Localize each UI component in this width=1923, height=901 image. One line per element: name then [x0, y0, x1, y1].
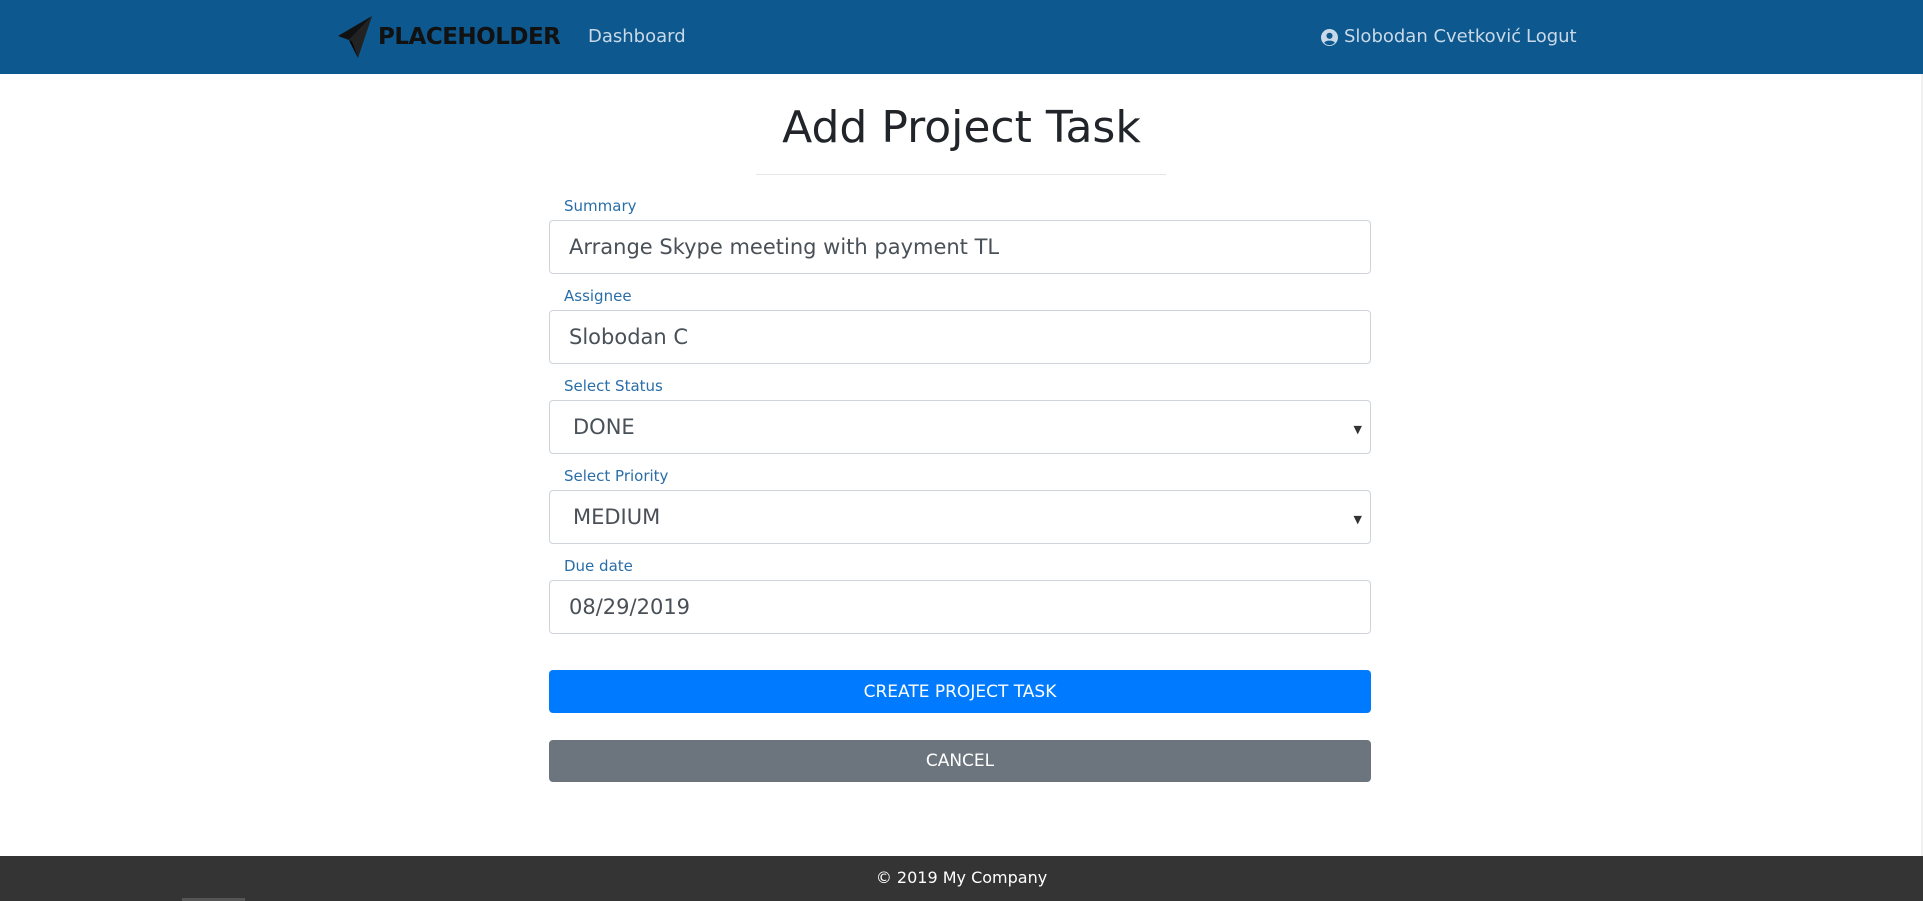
priority-value: MEDIUM — [573, 505, 661, 529]
logout-link[interactable]: Logut — [1526, 24, 1577, 50]
assignee-input[interactable]: Slobodan C — [549, 310, 1371, 364]
status-value: DONE — [573, 415, 635, 439]
page-title: Add Project Task — [782, 102, 1141, 153]
priority-select[interactable]: MEDIUM ▼ — [549, 490, 1371, 544]
title-divider — [756, 174, 1166, 175]
footer-copyright: © 2019 My Company — [875, 868, 1048, 887]
navbar: PLACEHOLDER Dashboard Slobodan Cvetković… — [0, 0, 1923, 74]
due-date-value: 08/29/2019 — [569, 595, 691, 619]
caret-down-icon: ▼ — [1353, 513, 1362, 526]
status-select[interactable]: DONE ▼ — [549, 400, 1371, 454]
summary-label: Summary — [564, 197, 637, 215]
priority-label: Select Priority — [564, 467, 669, 485]
paper-plane-logo-icon — [338, 16, 372, 58]
footer: © 2019 My Company — [0, 856, 1923, 901]
due-date-input[interactable]: 08/29/2019 — [549, 580, 1371, 634]
due-date-label: Due date — [564, 557, 633, 575]
brand-name: PLACEHOLDER — [378, 24, 561, 50]
user-circle-icon — [1321, 28, 1338, 46]
caret-down-icon: ▼ — [1353, 423, 1362, 436]
status-label: Select Status — [564, 377, 663, 395]
cancel-button[interactable]: CANCEL — [549, 740, 1371, 782]
assignee-label: Assignee — [564, 287, 632, 305]
assignee-value: Slobodan C — [569, 325, 689, 349]
create-project-task-button[interactable]: CREATE PROJECT TASK — [549, 670, 1371, 713]
summary-input[interactable]: Arrange Skype meeting with payment TL — [549, 220, 1371, 274]
navbar-inner: PLACEHOLDER Dashboard Slobodan Cvetković… — [336, 0, 1577, 74]
nav-dashboard-link[interactable]: Dashboard — [588, 24, 686, 50]
user-name: Slobodan Cvetković — [1344, 26, 1522, 47]
summary-value: Arrange Skype meeting with payment TL — [569, 235, 1000, 259]
nav-user-link[interactable]: Slobodan Cvetković — [1321, 24, 1521, 50]
brand-link[interactable]: PLACEHOLDER — [336, 14, 561, 60]
